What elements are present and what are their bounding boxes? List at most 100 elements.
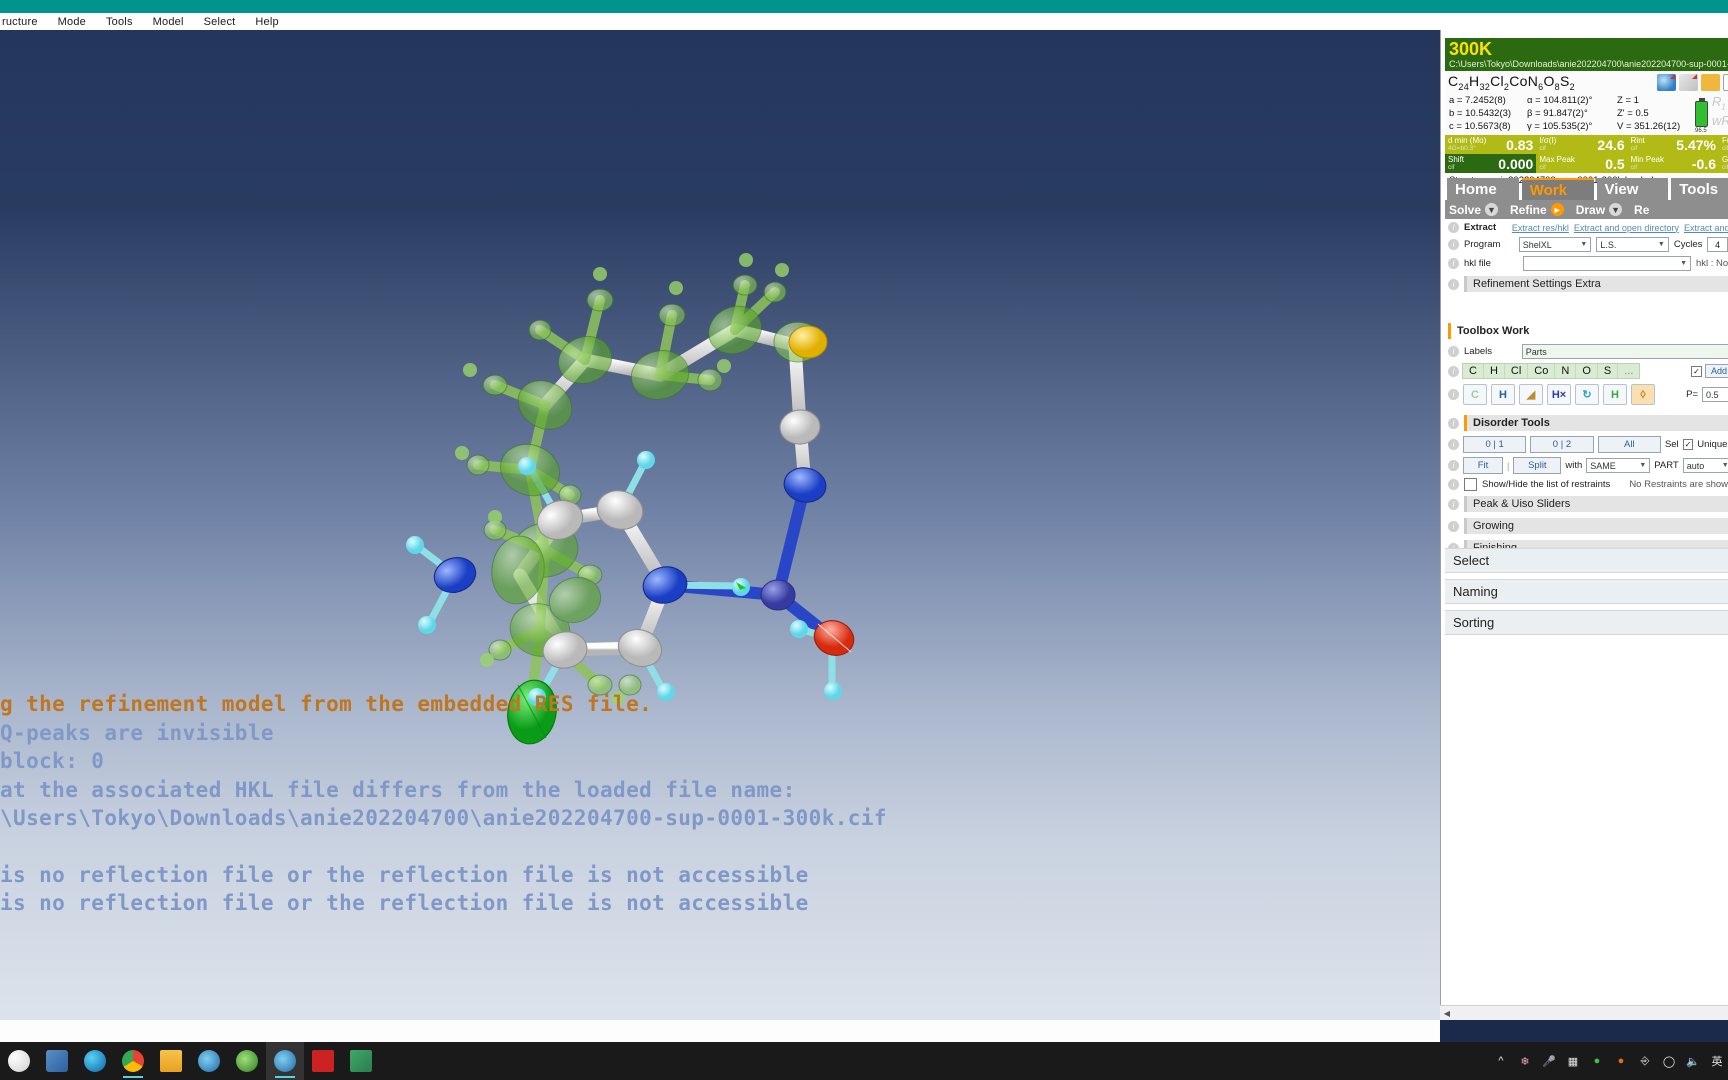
atom-button-more[interactable]: ... [1618,364,1639,378]
subtab-solve[interactable]: Solve ▼ [1445,203,1506,217]
disorder-part-buttons[interactable]: i 0 | 1 0 | 2 All Sel ✓ Unique ✓ [1445,434,1728,455]
atom-button-s[interactable]: S [1598,364,1619,378]
part-select[interactable]: auto ▼ [1682,458,1728,473]
system-tray[interactable]: ^ ❄ 🎤 ▦ ● ● ⎆ ◯ 🔈 英 [1494,1042,1724,1080]
growing-bar[interactable]: i Growing [1445,515,1728,537]
windows-taskbar[interactable]: ^ ❄ 🎤 ▦ ● ● ⎆ ◯ 🔈 英 [0,1042,1728,1080]
atom-type-row[interactable]: i C H Cl Co N O S ... ✓ Add H [1445,361,1728,381]
molecule-viewport[interactable]: g the refinement model from the embedded… [0,30,1440,1020]
info-icon[interactable]: i [1448,417,1459,429]
disorder-section[interactable]: i Disorder Tools i 0 | 1 0 | 2 All Sel ✓… [1445,412,1728,559]
tab-view[interactable]: View [1596,178,1669,200]
fit-button[interactable]: Fit [1463,457,1503,474]
part-all-button[interactable]: All [1597,436,1661,453]
subtab-draw[interactable]: Draw ▼ [1572,203,1630,217]
q-to-c-icon[interactable]: C [1463,384,1487,405]
program-select[interactable]: ShelXL ▼ [1518,237,1592,252]
extract-and-open-link[interactable]: Extract and op [1684,223,1728,233]
sub-tabs[interactable]: Solve ▼ Refine ► Draw ▼ Re [1445,200,1728,219]
solve-toggle-icon[interactable]: ▼ [1485,203,1499,216]
q-to-h-icon[interactable]: H [1491,384,1515,405]
disorder-fit-row[interactable]: i Fit | Split with SAME ▼ PART auto ▼ [1445,455,1728,476]
info-icon[interactable]: i [1448,460,1459,471]
window-app-icon[interactable] [342,1042,380,1080]
menu-item-select[interactable]: Select [204,16,236,28]
method-select[interactable]: L.S. ▼ [1596,237,1669,252]
right-dock-panel[interactable]: 300K C:\Users\Tokyo\Downloads\anie202204… [1440,30,1728,1020]
network-icon[interactable]: ◯ [1662,1054,1676,1068]
info-icon[interactable]: i [1448,239,1459,250]
peak-uiso-bar[interactable]: i Peak & Uiso Sliders [1445,493,1728,515]
toolbox-icon-row[interactable]: i C H ◢ H× ↻ H ◊ P= 0.5 [1445,381,1728,408]
menu-item-help[interactable]: Help [255,16,278,28]
growing-title[interactable]: Growing [1464,518,1728,534]
collapsed-panels[interactable]: Select Naming Sorting [1445,542,1728,635]
extract-open-dir-link[interactable]: Extract and open directory [1574,223,1679,233]
part-0-2-button[interactable]: 0 | 2 [1530,436,1594,453]
info-icon[interactable]: i [1448,365,1459,377]
taskbar-apps[interactable] [0,1042,380,1080]
info-icon[interactable]: i [1448,346,1459,357]
pencil-icon[interactable] [1679,73,1698,91]
labels-input[interactable]: Parts [1521,344,1728,359]
edge-icon[interactable] [76,1042,114,1080]
ime-icon[interactable]: 英 [1710,1054,1724,1068]
remove-h-icon[interactable]: H× [1547,384,1571,405]
atom-button-co[interactable]: Co [1528,364,1556,378]
part-0-1-button[interactable]: 0 | 1 [1463,436,1527,453]
info-icon[interactable]: i [1448,439,1459,450]
labels-row[interactable]: i Labels Parts [1445,342,1728,361]
restraints-row[interactable]: i Show/Hide the list of restraints No Re… [1445,476,1728,493]
hkl-row[interactable]: i hkl file ▼ hkl : No R [1445,254,1728,273]
info-icon-group[interactable] [1657,73,1728,91]
info-icon[interactable]: i [1448,479,1459,490]
atom-button-c[interactable]: C [1463,364,1484,378]
atom-button-h[interactable]: H [1484,364,1505,378]
volume-icon[interactable]: 🔈 [1686,1054,1700,1068]
peak-uiso-sliders-title[interactable]: Peak & Uiso Sliders [1464,496,1728,512]
extract-res-hkl-link[interactable]: Extract res/hkl [1512,223,1569,233]
menu-item-model[interactable]: Model [153,16,184,28]
p-input[interactable]: 0.5 [1702,387,1728,402]
adobe-reader-icon[interactable] [304,1042,342,1080]
info-icon[interactable]: i [1448,389,1459,400]
scroll-left-icon[interactable]: ◀ [1440,1007,1454,1020]
main-tabs[interactable]: Home Work View Tools [1445,178,1728,200]
start-icon[interactable] [0,1042,38,1080]
microphone-icon[interactable]: 🎤 [1542,1054,1556,1068]
chevron-up-icon[interactable]: ^ [1494,1054,1508,1068]
panel-naming[interactable]: Naming [1445,579,1728,604]
h-green-icon[interactable]: H [1603,384,1627,405]
penguin-icon[interactable]: ● [1614,1054,1628,1068]
dock-horizontal-scrollbar[interactable]: ◀ [1440,1005,1728,1020]
tab-home[interactable]: Home [1447,178,1519,200]
program-row[interactable]: i Program ShelXL ▼ L.S. ▼ Cycles 4 ▲▼ [1445,235,1728,254]
tab-work[interactable]: Work [1521,178,1594,200]
keyboard-icon[interactable]: ⎆ [1638,1054,1652,1068]
sel-checkbox[interactable]: ✓ [1682,439,1694,450]
info-icon[interactable]: i [1448,520,1459,532]
widgets-icon[interactable] [38,1042,76,1080]
atom-button-n[interactable]: N [1555,364,1577,378]
hkl-select[interactable]: ▼ [1523,256,1691,271]
refine-toggle-icon[interactable]: ► [1550,203,1564,216]
refinement-settings-extra-bar[interactable]: i Refinement Settings Extra [1445,273,1728,295]
toolbox-section[interactable]: Toolbox Work i Labels Parts i C H Cl Co … [1445,320,1728,408]
disorder-title[interactable]: Disorder Tools [1464,415,1728,431]
info-icon[interactable]: i [1448,258,1459,269]
panel-sorting[interactable]: Sorting [1445,610,1728,635]
file-explorer-icon[interactable] [152,1042,190,1080]
panel-select[interactable]: Select [1445,548,1728,573]
extract-row[interactable]: i Extract Extract res/hkl Extract and op… [1445,220,1728,235]
globe-icon[interactable] [1657,73,1676,91]
split-button[interactable]: Split [1513,457,1562,474]
fit-mol-icon[interactable]: ◊ [1631,384,1655,405]
subtab-report[interactable]: Re [1630,203,1653,217]
atom-button-o[interactable]: O [1576,364,1598,378]
cloud-icon[interactable]: ❄ [1518,1054,1532,1068]
info-icon[interactable]: i [1448,222,1459,233]
olex2-icon[interactable] [190,1042,228,1080]
display-icon[interactable]: ▦ [1566,1054,1580,1068]
info-icon[interactable]: i [1448,278,1459,290]
subtab-refine[interactable]: Refine ► [1506,203,1572,217]
